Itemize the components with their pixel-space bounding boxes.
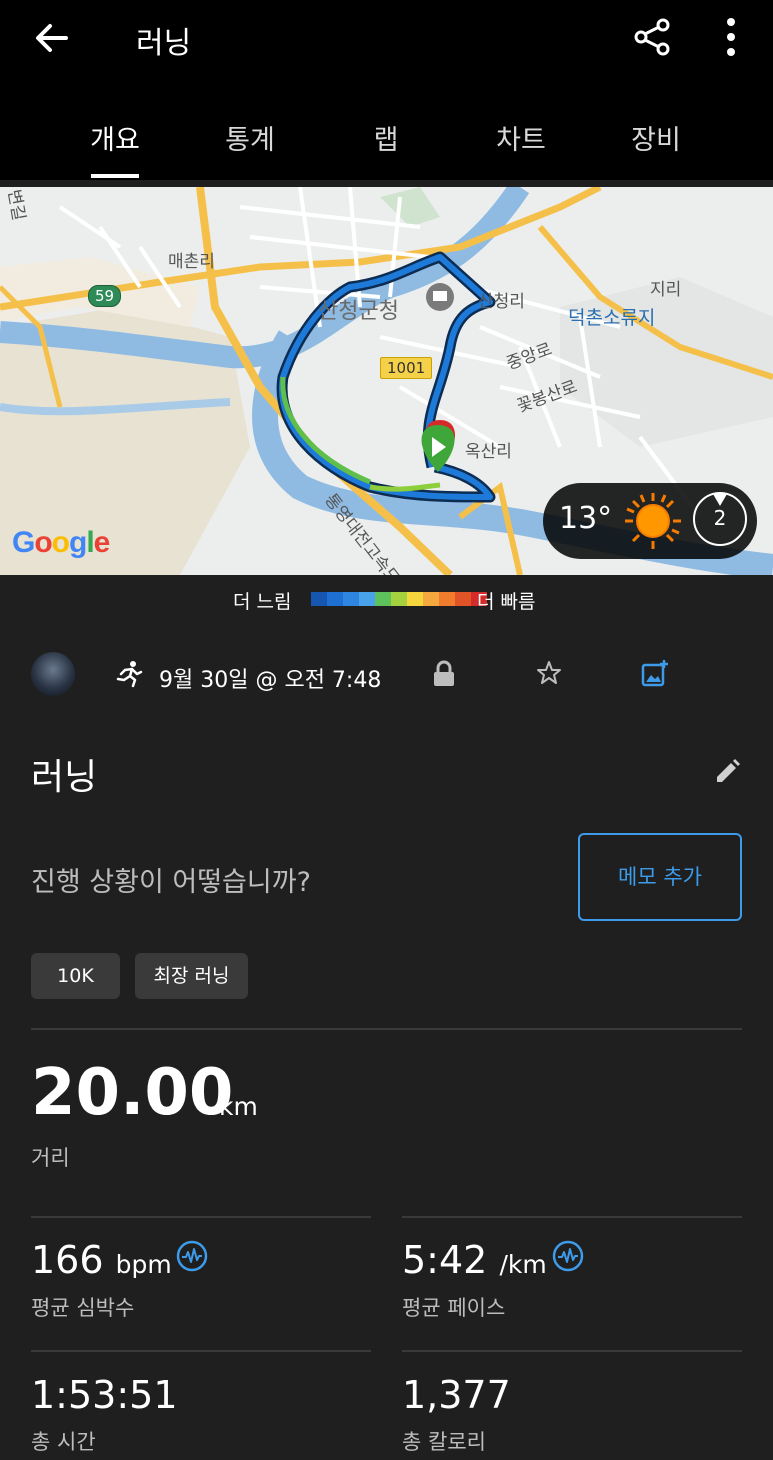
tab-gear[interactable]: 장비 [631,118,681,157]
avg-heart-rate-stat: 166 bpm [31,1238,172,1282]
pace-color-swatch [375,592,391,606]
pace-color-scale [311,592,487,606]
add-memo-button[interactable]: 메모 추가 [578,833,742,921]
back-arrow-icon[interactable] [30,16,74,60]
tab-bar: 개요 통계 랩 차트 장비 [0,110,773,180]
map-label: 옥산리 [465,442,512,462]
tab-overview[interactable]: 개요 [90,118,140,157]
total-time-value: 1:53:51 [31,1373,178,1417]
map-label: 산청리 [478,292,525,312]
road-shield: 59 [88,285,122,307]
legend-fast-label: 더 빠름 [477,591,536,613]
pace-color-swatch [391,592,407,606]
tab-charts[interactable]: 차트 [496,118,546,157]
activity-meta-row: 9월 30일 @ 오전 7:48 [0,650,773,700]
progress-prompt: 진행 상황이 어떻습니까? [31,867,311,898]
pace-color-swatch [343,592,359,606]
pace-color-swatch [423,592,439,606]
avg-heart-rate-unit: bpm [115,1250,172,1279]
avatar[interactable] [31,652,75,696]
more-options-icon[interactable] [716,14,746,60]
wind-direction-icon [713,494,727,506]
active-tab-indicator [91,174,139,178]
total-time-label: 총 시간 [31,1430,96,1454]
wind-speed-text: 2 [713,506,727,530]
road-shield: 1001 [380,357,433,379]
activity-title: 러닝 [31,757,98,798]
map-label: 지리 [650,280,682,300]
total-calories-value: 1,377 [402,1373,511,1417]
avg-pace-stat: 5:42 /km [402,1238,547,1282]
pace-color-swatch [407,592,423,606]
running-icon [116,661,143,688]
tab-laps[interactable]: 랩 [374,118,399,157]
temperature-text: 13° [559,501,613,536]
pace-color-swatch [439,592,455,606]
avg-pace-value: 5:42 [402,1238,488,1282]
lock-icon[interactable] [432,660,456,688]
total-calories-label: 총 칼로리 [402,1430,486,1454]
heart-rate-chart-icon[interactable] [176,1240,208,1272]
avg-heart-rate-label: 평균 심박수 [31,1296,135,1320]
route-map[interactable]: 매촌리 산청군청 산청리 지리 덕촌소류지 중앙로 꽃봉산로 옥산리 통영대전고… [0,187,773,575]
share-icon[interactable] [632,16,674,58]
distance-unit: km [219,1092,258,1121]
pace-color-swatch [455,592,471,606]
map-label: 매촌리 [168,252,215,272]
star-icon[interactable] [536,660,562,686]
tab-stats[interactable]: 통계 [225,118,275,157]
pace-color-swatch [359,592,375,606]
pace-color-swatch [327,592,343,606]
sunny-icon [625,493,681,549]
divider [31,1028,742,1030]
edit-pencil-icon[interactable] [713,758,741,786]
add-photo-icon[interactable] [640,658,670,688]
page-title: 러닝 [136,26,192,61]
divider [31,1216,371,1218]
pace-color-swatch [311,592,327,606]
divider [31,1350,371,1352]
tag-chip-longest-run[interactable]: 최장 러닝 [135,953,248,999]
wind-indicator: 2 [693,492,747,546]
map-label: 덕촌소류지 [568,307,656,329]
tag-chip-10k[interactable]: 10K [31,953,120,999]
avg-heart-rate-value: 166 [31,1238,104,1282]
divider [402,1350,742,1352]
weather-badge: 13° 2 [543,483,757,559]
google-logo: Google [12,526,110,559]
distance-value: 20.00 [31,1056,234,1130]
activity-date: 9월 30일 @ 오전 7:48 [159,668,382,693]
pace-legend: 더 느림 더 빠름 [0,585,773,615]
pace-chart-icon[interactable] [552,1240,584,1272]
distance-label: 거리 [31,1146,70,1170]
map-label: 변길 [3,187,29,223]
app-bar: 러닝 개요 통계 랩 차트 장비 [0,0,773,180]
divider [402,1216,742,1218]
legend-slow-label: 더 느림 [233,591,292,613]
map-label: 산청군청 [318,299,399,324]
avg-pace-unit: /km [499,1250,547,1279]
avg-pace-label: 평균 페이스 [402,1296,506,1320]
